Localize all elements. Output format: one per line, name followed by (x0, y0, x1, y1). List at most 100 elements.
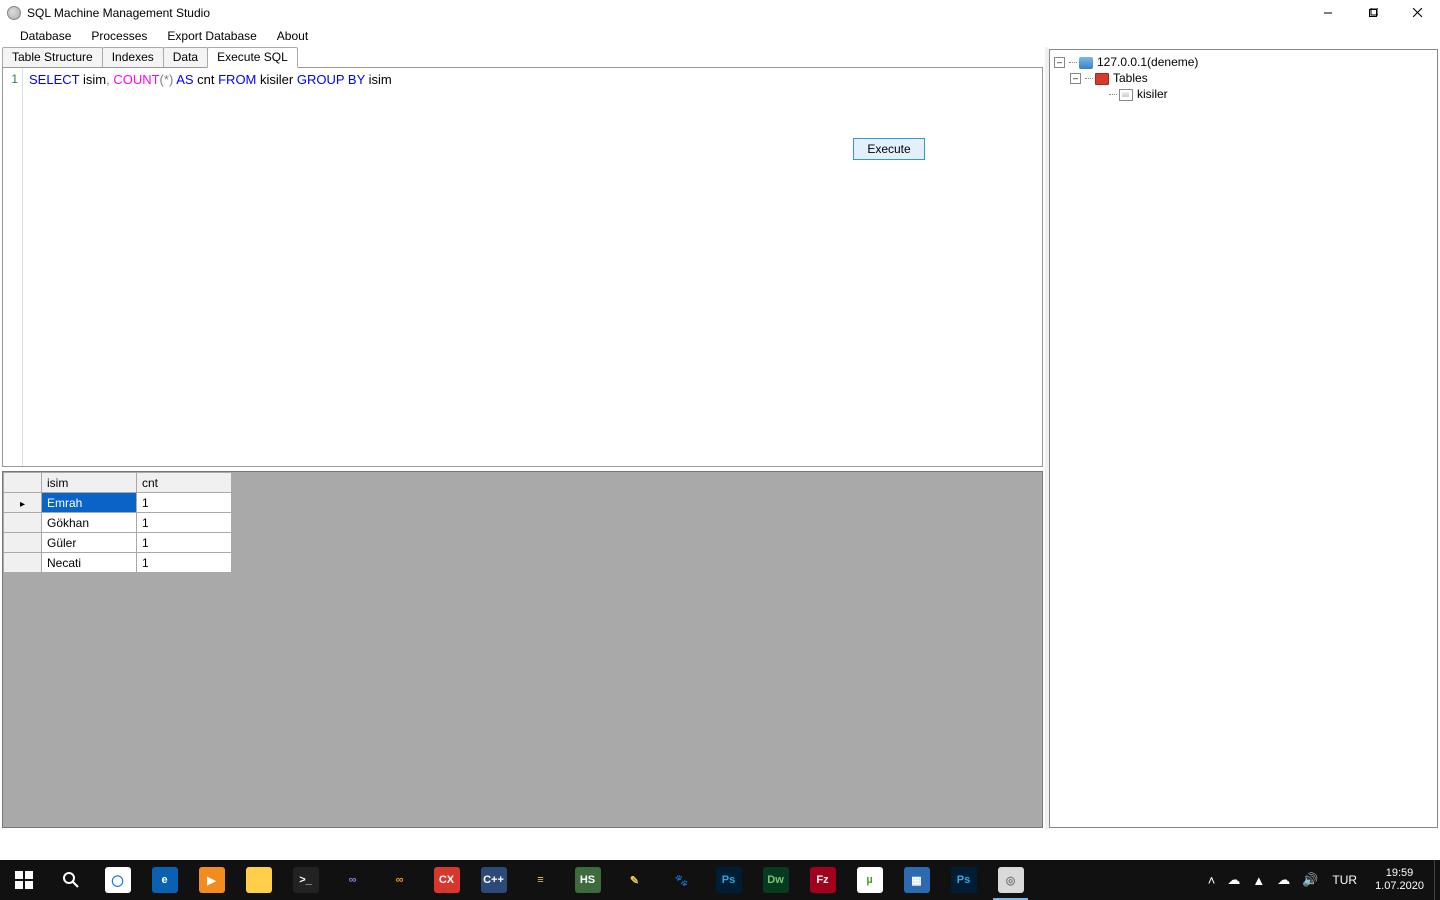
clock-time: 19:59 (1375, 867, 1424, 880)
tray-icon-0[interactable]: ˄ (1202, 873, 1222, 888)
results-grid[interactable]: isim cnt Emrah1Gökhan1Güler1Necati1 (3, 472, 232, 573)
cell-isim[interactable]: Emrah (42, 493, 137, 513)
taskbar-item-devcpp[interactable]: C++ (470, 860, 517, 900)
table-row[interactable]: Necati1 (4, 553, 232, 573)
wmplayer-icon: ▶ (199, 867, 225, 893)
cell-cnt[interactable]: 1 (137, 553, 232, 573)
tree-leaf-icon (1094, 89, 1105, 100)
taskbar-item-vs2[interactable]: ∞ (376, 860, 423, 900)
window-controls (1305, 0, 1440, 25)
maximize-button[interactable] (1350, 0, 1395, 25)
thisapp-icon: ◎ (998, 867, 1024, 893)
cell-cnt[interactable]: 1 (137, 493, 232, 513)
table-row[interactable]: Güler1 (4, 533, 232, 553)
taskbar-item-winmerge[interactable]: ≡ (517, 860, 564, 900)
tab-strip: Table Structure Indexes Data Execute SQL (0, 47, 1045, 67)
row-header-corner[interactable] (4, 473, 42, 493)
tab-table-structure[interactable]: Table Structure (2, 47, 103, 67)
menu-bar: Database Processes Export Database About (0, 25, 1440, 47)
cell-cnt[interactable]: 1 (137, 513, 232, 533)
taskbar: ◯e▶>_∞∞CXC++≡HS✎🐾PsDwFzµ▦Ps◎ ˄☁▲☁🔊TUR19:… (0, 860, 1440, 900)
taskbar-item-wmplayer[interactable]: ▶ (188, 860, 235, 900)
taskbar-item-explorer[interactable] (235, 860, 282, 900)
window-title: SQL Machine Management Studio (27, 6, 210, 20)
folder-icon (1095, 73, 1109, 85)
hs-icon: HS (575, 867, 601, 893)
menu-about[interactable]: About (267, 26, 318, 46)
taskbar-item-utorrent[interactable]: µ (846, 860, 893, 900)
cell-isim[interactable]: Necati (42, 553, 137, 573)
tree-label-server: 127.0.0.1(deneme) (1097, 55, 1198, 69)
server-icon (1079, 57, 1093, 69)
explorer-icon (246, 867, 272, 893)
taskbar-item-ps[interactable]: Ps (705, 860, 752, 900)
sql-editor[interactable]: 1 SELECT isim, COUNT(*) AS cnt FROM kisi… (2, 67, 1043, 467)
app-icon (7, 6, 21, 20)
tray-icon-2[interactable]: ▲ (1246, 873, 1271, 888)
vs2-icon: ∞ (387, 867, 413, 893)
taskmgr-icon: ▦ (904, 867, 930, 893)
table-row[interactable]: Emrah1 (4, 493, 232, 513)
cx-icon: CX (434, 867, 460, 893)
menu-processes[interactable]: Processes (81, 26, 157, 46)
gimp-icon: 🐾 (669, 867, 695, 893)
menu-database[interactable]: Database (10, 26, 81, 46)
taskbar-item-vs[interactable]: ∞ (329, 860, 376, 900)
tab-indexes[interactable]: Indexes (102, 47, 164, 67)
language-indicator[interactable]: TUR (1324, 873, 1365, 887)
taskbar-item-hs[interactable]: HS (564, 860, 611, 900)
taskbar-item-taskmgr[interactable]: ▦ (893, 860, 940, 900)
row-header[interactable] (4, 533, 42, 553)
execute-button[interactable]: Execute (853, 138, 925, 160)
cell-isim[interactable]: Gökhan (42, 513, 137, 533)
start-button[interactable] (0, 860, 47, 900)
close-button[interactable] (1395, 0, 1440, 25)
tray-icon-3[interactable]: ☁ (1271, 872, 1296, 888)
utorrent-icon: µ (857, 867, 883, 893)
devcpp-icon: C++ (481, 867, 507, 893)
title-bar: SQL Machine Management Studio (0, 0, 1440, 25)
row-header[interactable] (4, 513, 42, 533)
editor-gutter: 1 (3, 68, 23, 466)
taskbar-item-filezilla[interactable]: Fz (799, 860, 846, 900)
results-panel: isim cnt Emrah1Gökhan1Güler1Necati1 (2, 471, 1043, 828)
taskbar-item-np[interactable]: ✎ (611, 860, 658, 900)
tree-node-tables-folder[interactable]: – Tables (1052, 70, 1435, 86)
taskbar-item-ps2[interactable]: Ps (940, 860, 987, 900)
table-row[interactable]: Gökhan1 (4, 513, 232, 533)
taskbar-item-gimp[interactable]: 🐾 (658, 860, 705, 900)
tree-label-tables: Tables (1113, 71, 1148, 85)
tree-node-server[interactable]: – 127.0.0.1(deneme) (1052, 54, 1435, 70)
system-tray: ˄☁▲☁🔊TUR19:591.07.2020 (1202, 860, 1440, 900)
taskbar-item-chrome[interactable]: ◯ (94, 860, 141, 900)
tree-toggle-icon[interactable]: – (1054, 57, 1065, 68)
taskbar-item-edge[interactable]: e (141, 860, 188, 900)
taskbar-item-dw[interactable]: Dw (752, 860, 799, 900)
taskbar-item-cx[interactable]: CX (423, 860, 470, 900)
show-desktop-button[interactable] (1434, 860, 1440, 900)
cell-cnt[interactable]: 1 (137, 533, 232, 553)
tab-execute-sql[interactable]: Execute SQL (207, 47, 298, 68)
cell-isim[interactable]: Güler (42, 533, 137, 553)
tray-icon-4[interactable]: 🔊 (1296, 872, 1324, 888)
ps2-icon: Ps (951, 867, 977, 893)
ps-icon: Ps (716, 867, 742, 893)
sql-code-area[interactable]: SELECT isim, COUNT(*) AS cnt FROM kisile… (23, 68, 1042, 466)
minimize-button[interactable] (1305, 0, 1350, 25)
column-header-cnt[interactable]: cnt (137, 473, 232, 493)
tab-data[interactable]: Data (163, 47, 208, 67)
row-header[interactable] (4, 493, 42, 513)
row-header[interactable] (4, 553, 42, 573)
tray-icon-1[interactable]: ☁ (1221, 872, 1246, 888)
menu-export-database[interactable]: Export Database (157, 26, 266, 46)
search-button[interactable] (47, 860, 94, 900)
tree-toggle-icon[interactable]: – (1070, 73, 1081, 84)
filezilla-icon: Fz (810, 867, 836, 893)
clock[interactable]: 19:591.07.2020 (1365, 867, 1434, 893)
taskbar-item-cmd[interactable]: >_ (282, 860, 329, 900)
tree-node-table[interactable]: kisiler (1052, 86, 1435, 102)
column-header-isim[interactable]: isim (42, 473, 137, 493)
left-pane: Table Structure Indexes Data Execute SQL… (0, 47, 1045, 830)
taskbar-item-thisapp[interactable]: ◎ (987, 860, 1034, 900)
winmerge-icon: ≡ (528, 867, 554, 893)
